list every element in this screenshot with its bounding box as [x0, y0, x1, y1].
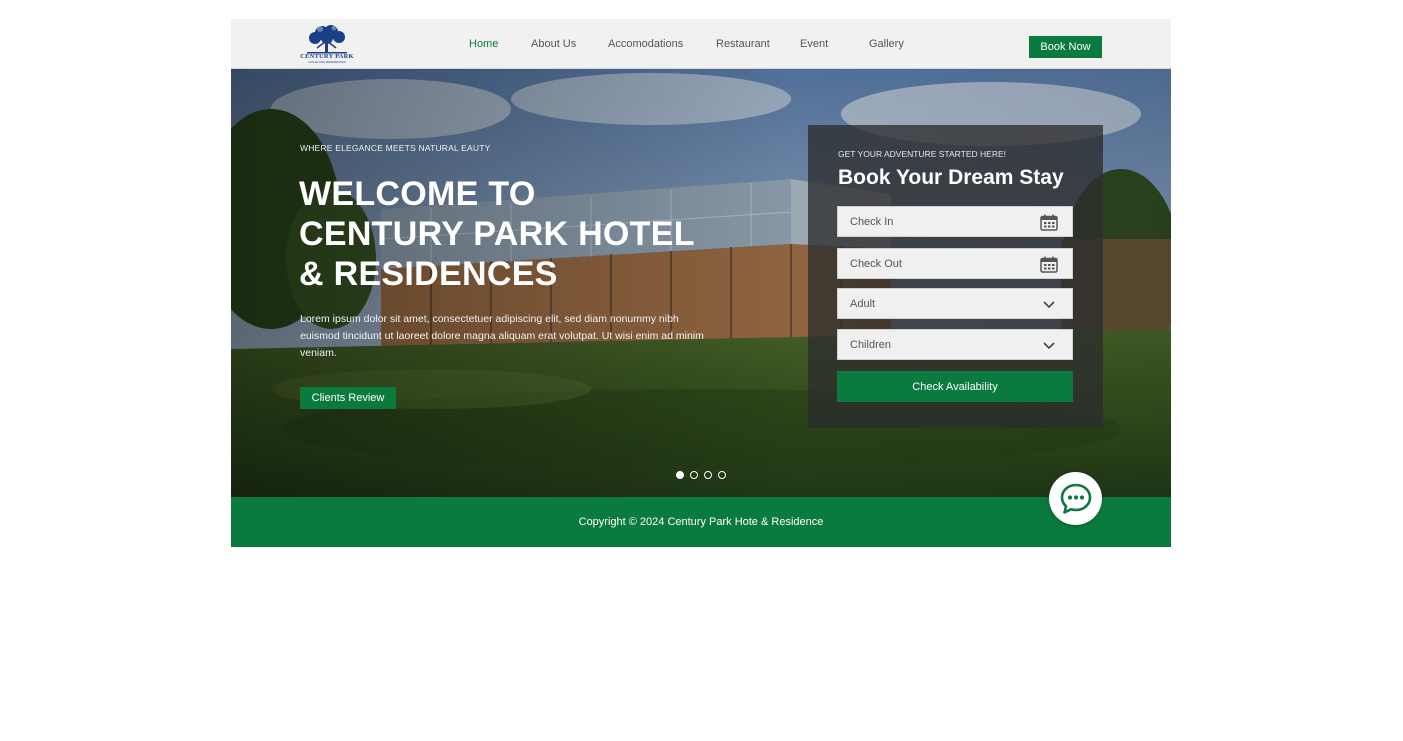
- booking-title: Book Your Dream Stay: [838, 166, 1064, 189]
- nav-about-us[interactable]: About Us: [531, 38, 576, 50]
- nav-accomodations[interactable]: Accomodations: [608, 38, 683, 50]
- children-select[interactable]: Children: [837, 329, 1073, 360]
- nav-gallery[interactable]: Gallery: [869, 38, 904, 50]
- booking-panel: GET YOUR ADVENTURE STARTED HERE! Book Yo…: [808, 125, 1103, 428]
- hero-eyebrow: WHERE ELEGANCE MEETS NATURAL EAUTY: [300, 143, 491, 153]
- adult-select-value: Adult: [850, 297, 876, 310]
- hero-section: WHERE ELEGANCE MEETS NATURAL EAUTY WELCO…: [231, 69, 1171, 497]
- hero-headline-line2: CENTURY PARK HOTEL: [299, 215, 695, 253]
- slider-dot-1[interactable]: [676, 471, 684, 479]
- brand-tagline: HOTEL AND RESIDENCES: [308, 60, 346, 64]
- hero-description: Lorem ipsum dolor sit amet, consectetuer…: [300, 313, 704, 359]
- nav-home[interactable]: Home: [469, 38, 498, 50]
- check-out-field[interactable]: Check Out: [837, 248, 1073, 279]
- footer: Copyright © 2024 Century Park Hote & Res…: [231, 497, 1171, 547]
- hero-headline-line3: & RESIDENCES: [299, 255, 558, 293]
- nav-restaurant[interactable]: Restaurant: [716, 38, 770, 50]
- slider-dot-3[interactable]: [704, 471, 712, 479]
- calendar-icon[interactable]: [1040, 214, 1058, 231]
- check-in-placeholder: Check In: [850, 215, 894, 228]
- booking-eyebrow: GET YOUR ADVENTURE STARTED HERE!: [838, 149, 1006, 159]
- chat-bubble-icon: [1060, 483, 1091, 514]
- brand-logo[interactable]: CENTURY PARK HOTEL AND RESIDENCES: [299, 24, 355, 64]
- check-out-placeholder: Check Out: [850, 257, 902, 270]
- calendar-icon[interactable]: [1040, 256, 1058, 273]
- chevron-down-icon: [1043, 342, 1055, 350]
- check-availability-button[interactable]: Check Availability: [837, 371, 1073, 402]
- check-in-field[interactable]: Check In: [837, 206, 1073, 237]
- slider-dot-4[interactable]: [718, 471, 726, 479]
- nav-event[interactable]: Event: [800, 38, 828, 50]
- copyright-text: Copyright © 2024 Century Park Hote & Res…: [578, 516, 824, 528]
- slider-dot-2[interactable]: [690, 471, 698, 479]
- page-frame: CENTURY PARK HOTEL AND RESIDENCES Home A…: [231, 19, 1171, 547]
- tree-logo-icon: [307, 25, 347, 54]
- hero-headline-line1: WELCOME TO: [299, 175, 536, 213]
- children-select-value: Children: [850, 338, 891, 351]
- hero-headline: WELCOME TO CENTURY PARK HOTEL & RESIDENC…: [299, 174, 719, 294]
- chevron-down-icon: [1043, 301, 1055, 309]
- top-nav: CENTURY PARK HOTEL AND RESIDENCES Home A…: [231, 19, 1171, 69]
- clients-review-button[interactable]: Clients Review: [300, 387, 396, 409]
- brand-name: CENTURY PARK: [300, 53, 354, 60]
- adult-select[interactable]: Adult: [837, 288, 1073, 319]
- chat-button[interactable]: [1049, 472, 1102, 525]
- book-now-button[interactable]: Book Now: [1029, 36, 1102, 58]
- slider-dots: [676, 471, 726, 479]
